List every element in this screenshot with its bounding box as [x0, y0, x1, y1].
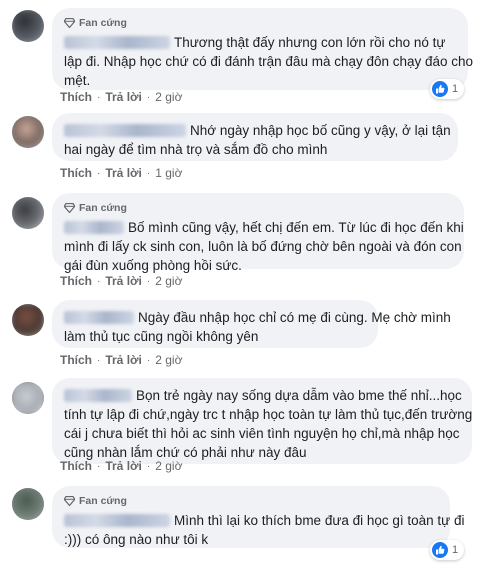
- reply-link[interactable]: Trả lời: [105, 459, 142, 473]
- timestamp[interactable]: 2 giờ: [155, 274, 182, 288]
- commenter-name[interactable]: [64, 36, 170, 49]
- comment-actions: Thích · Trả lời · 2 giờ: [60, 353, 183, 367]
- fan-badge-label: Fan cứng: [79, 201, 127, 214]
- fan-badge: Fan cứng: [64, 16, 456, 30]
- reply-link[interactable]: Trả lời: [105, 90, 142, 104]
- fan-badge: Fan cứng: [64, 201, 452, 215]
- reply-link[interactable]: Trả lời: [105, 166, 142, 180]
- comment-text: Bố mình cũng vậy, hết chị đến em. Từ lúc…: [64, 220, 464, 273]
- timestamp[interactable]: 2 giờ: [155, 90, 182, 104]
- avatar[interactable]: [12, 116, 44, 148]
- comment-text: Mình thì lại ko thích bme đưa đi học gì …: [64, 513, 465, 547]
- comment-actions: Thích · Trả lời · 2 giờ: [60, 459, 183, 473]
- timestamp[interactable]: 2 giờ: [155, 459, 182, 473]
- avatar[interactable]: [12, 10, 44, 42]
- diamond-icon: [64, 203, 75, 213]
- comment-bubble: Ngày đầu nhập học chỉ có mẹ đi cùng. Mẹ …: [52, 300, 451, 348]
- like-reaction-icon: [432, 81, 448, 97]
- timestamp[interactable]: 1 giờ: [155, 166, 182, 180]
- comment-text: Bọn trẻ ngày nay sống dựa dẫm vào bme th…: [64, 388, 473, 460]
- commenter-name[interactable]: [64, 514, 170, 527]
- comment-text: Nhớ ngày nhập học bố cũng y vậy, ở lại t…: [64, 123, 451, 157]
- commenter-name[interactable]: [64, 311, 134, 324]
- commenter-name[interactable]: [64, 389, 132, 402]
- comment-text: Ngày đầu nhập học chỉ có mẹ đi cùng. Mẹ …: [64, 310, 451, 344]
- avatar[interactable]: [12, 488, 44, 520]
- timestamp[interactable]: 2 giờ: [155, 353, 182, 367]
- like-link[interactable]: Thích: [60, 166, 92, 180]
- avatar[interactable]: [12, 304, 44, 336]
- comment-text: Thương thật đấy nhưng con lớn rồi cho nó…: [64, 35, 474, 88]
- comment-bubble: Fan cứng Bố mình cũng vậy, hết chị đến e…: [52, 193, 464, 273]
- reply-link[interactable]: Trả lời: [105, 353, 142, 367]
- fan-badge-label: Fan cứng: [79, 16, 127, 29]
- like-link[interactable]: Thích: [60, 274, 92, 288]
- comment-bubble: Nhớ ngày nhập học bố cũng y vậy, ở lại t…: [52, 113, 458, 161]
- commenter-name[interactable]: [64, 124, 186, 137]
- like-link[interactable]: Thích: [60, 459, 92, 473]
- comment-actions: Thích · Trả lời · 2 giờ: [60, 274, 183, 288]
- like-link[interactable]: Thích: [60, 90, 92, 104]
- diamond-icon: [64, 18, 75, 28]
- comment-bubble: Fan cứng Thương thật đấy nhưng con lớn r…: [52, 8, 474, 90]
- commenter-name[interactable]: [64, 221, 124, 234]
- diamond-icon: [64, 496, 75, 506]
- reply-link[interactable]: Trả lời: [105, 274, 142, 288]
- like-reaction-icon: [432, 542, 448, 558]
- fan-badge: Fan cứng: [64, 494, 438, 508]
- comment-actions: Thích · Trả lời · 1 giờ: [60, 166, 183, 180]
- comment-bubble: Bọn trẻ ngày nay sống dựa dẫm vào bme th…: [52, 378, 472, 464]
- fan-badge-label: Fan cứng: [79, 494, 127, 507]
- reaction-count[interactable]: 1: [430, 540, 465, 560]
- comment-bubble: Fan cứng Mình thì lại ko thích bme đưa đ…: [52, 486, 465, 548]
- avatar[interactable]: [12, 382, 44, 414]
- comment-actions: Thích · Trả lời · 2 giờ: [60, 90, 183, 104]
- like-link[interactable]: Thích: [60, 353, 92, 367]
- avatar[interactable]: [12, 197, 44, 229]
- reaction-count[interactable]: 1: [430, 79, 465, 99]
